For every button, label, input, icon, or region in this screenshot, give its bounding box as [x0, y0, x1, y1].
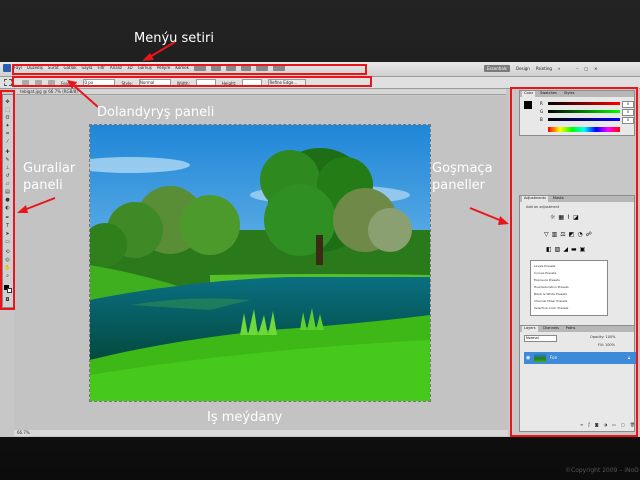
panels-arrow — [469, 207, 503, 222]
tools-arrow — [23, 197, 56, 211]
annotation-arrows — [17, 41, 509, 225]
callout-options-bar: Dolandyryş paneli — [97, 105, 215, 120]
menu-arrowhead — [142, 53, 154, 61]
callout-tools-panel: Gurallar paneli — [23, 161, 76, 193]
callout-menu-bar: Menýu setiri — [134, 31, 214, 46]
copyright-footer: ©Copyright 2009 – iNoD — [565, 467, 639, 474]
options-arrow — [71, 83, 99, 108]
panels-arrowhead — [498, 216, 509, 225]
callout-workspace: Iş meýdany — [207, 410, 283, 425]
tools-arrowhead — [17, 205, 28, 213]
callout-panels: Goşmaça paneller — [432, 161, 493, 193]
